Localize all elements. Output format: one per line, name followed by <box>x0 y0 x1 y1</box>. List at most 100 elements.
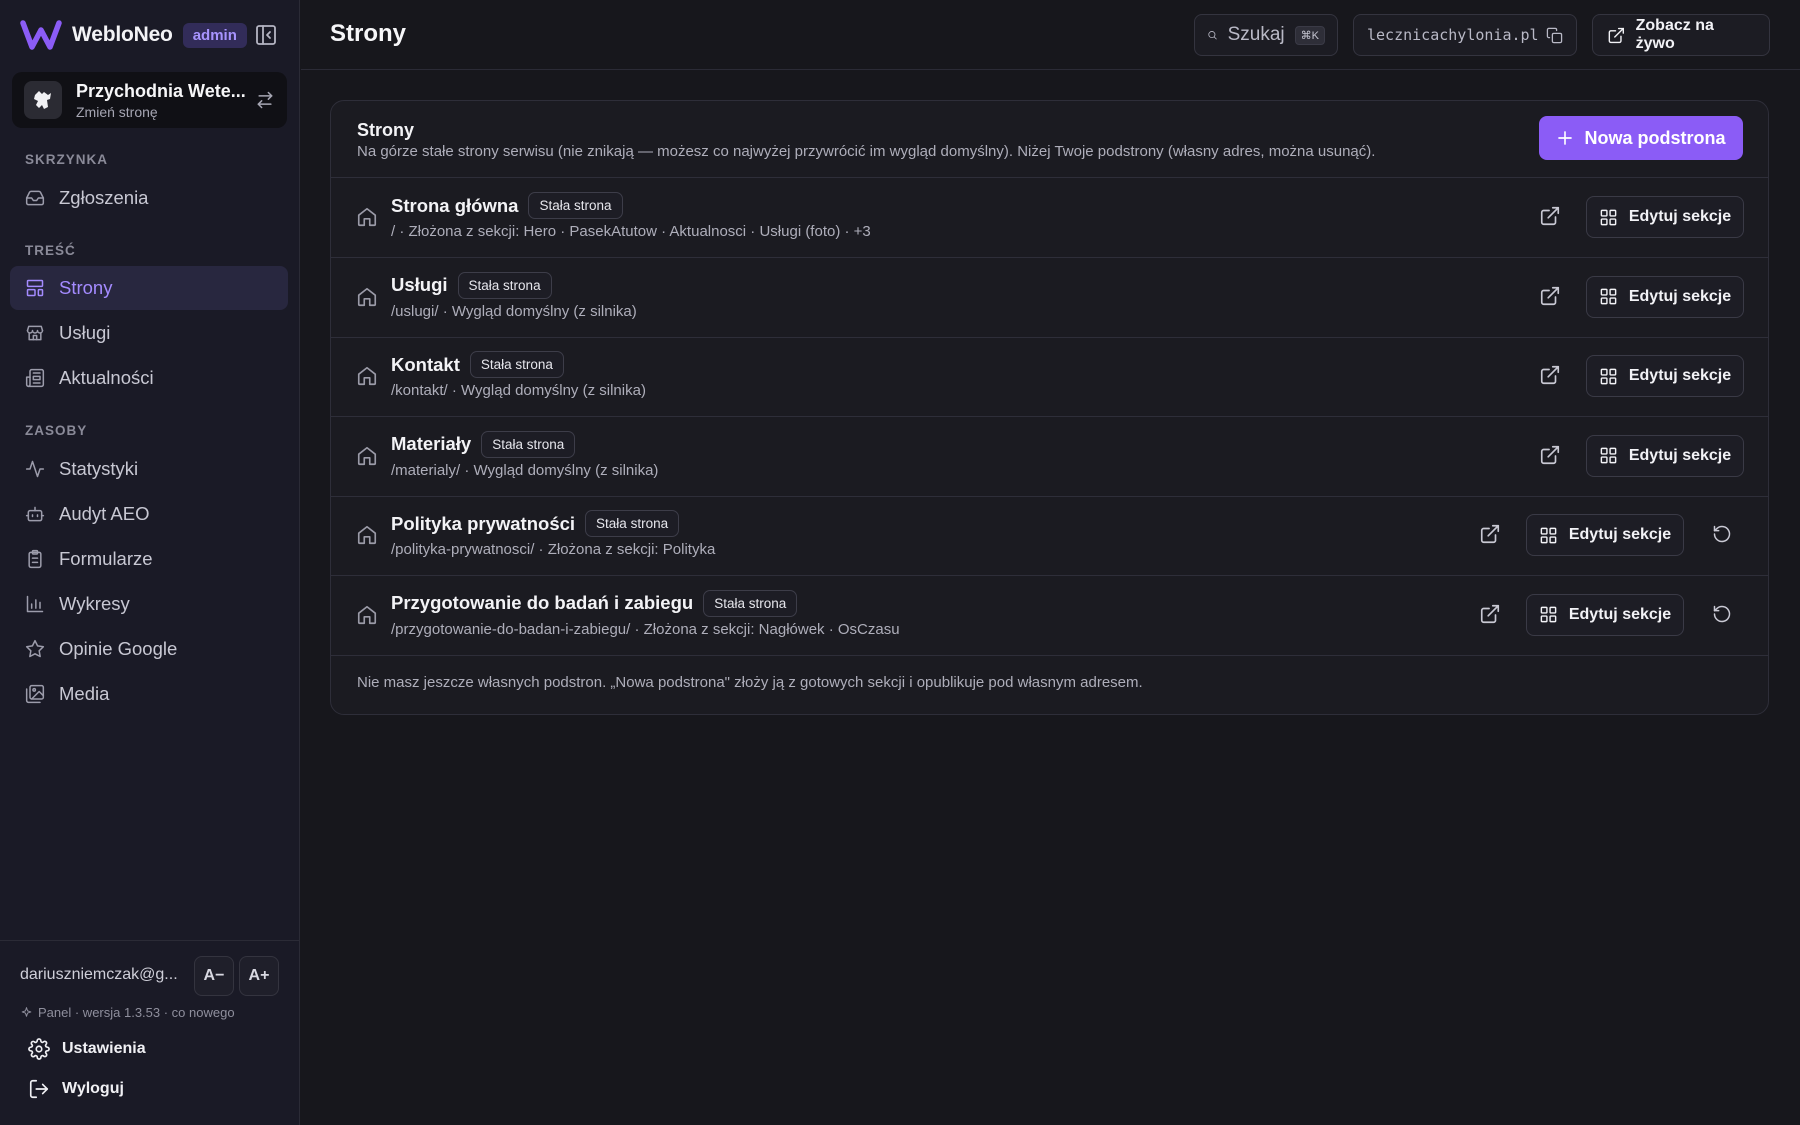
sidebar-item-opinie-google[interactable]: Opinie Google <box>10 627 288 671</box>
edit-sections-label: Edytuj sekcje <box>1628 446 1732 464</box>
edit-sections-button[interactable]: Edytuj sekcje <box>1526 593 1684 636</box>
page-title-text[interactable]: Strona główna <box>391 195 518 217</box>
admin-badge: admin <box>182 22 247 48</box>
search-label: Szukaj <box>1227 24 1285 45</box>
sidebar-item-media[interactable]: Media <box>10 672 288 716</box>
home-icon <box>357 207 377 227</box>
external-link-icon[interactable] <box>1479 603 1501 625</box>
logout-link[interactable]: Wyloguj <box>28 1078 124 1100</box>
external-link-icon[interactable] <box>1479 523 1501 545</box>
newspaper-icon <box>25 368 45 388</box>
user-email: dariuszniemczak@g... <box>20 966 178 983</box>
settings-link[interactable]: Ustawienia <box>28 1038 146 1060</box>
reset-icon[interactable] <box>1712 524 1732 544</box>
pages-card-title: Strony <box>357 120 415 140</box>
view-live-label: Zobacz na żywo <box>1635 17 1714 52</box>
edit-sections-button[interactable]: Edytuj sekcje <box>1586 196 1744 238</box>
fixed-page-badge: Stała strona <box>469 351 564 378</box>
empty-subpages-note: Nie masz jeszcze własnych podstron. „Now… <box>357 674 1143 691</box>
edit-sections-button[interactable]: Edytuj sekcje <box>1586 275 1744 318</box>
sidebar-collapse-icon[interactable] <box>254 23 278 47</box>
sidebar-item-audyt-aeo[interactable]: Audyt AEO <box>10 492 288 536</box>
home-icon <box>357 525 377 545</box>
external-link-icon[interactable] <box>1539 205 1561 227</box>
logout-label: Wyloguj <box>62 1080 124 1097</box>
page-title-text[interactable]: Przygotowanie do badań i zabiegu <box>391 592 693 614</box>
pages-card-description: Na górze stałe strony serwisu (nie znika… <box>357 143 1376 160</box>
sidebar-item-wykresy[interactable]: Wykresy <box>10 582 288 626</box>
site-avatar <box>24 81 62 119</box>
sidebar-item-label: Media <box>59 683 110 704</box>
domain-text: lecznicachylonia.pl <box>1367 26 1539 44</box>
page-title-text[interactable]: Polityka prywatności <box>391 513 575 535</box>
page-row: Kontakt Stała strona /kontakt/ · Wygląd … <box>331 337 1768 417</box>
fixed-page-badge: Stała strona <box>481 430 576 458</box>
brand-name: WebloNeo <box>72 23 173 46</box>
external-link-icon[interactable] <box>1539 364 1561 386</box>
sidebar-item-statystyki[interactable]: Statystyki <box>10 447 288 491</box>
fixed-page-badge: Stała strona <box>457 271 552 299</box>
brand[interactable]: WebloNeo admin <box>20 18 247 52</box>
font-decrease-button[interactable]: A− <box>194 956 234 996</box>
inbox-icon <box>25 190 45 206</box>
page-meta: /przygotowanie-do-badan-i-zabiegu/ · Zło… <box>391 620 900 638</box>
page-meta: /polityka-prywatnosci/ · Złożona z sekcj… <box>391 541 716 558</box>
nav-section-skrzynka: SKRZYNKA <box>25 152 109 167</box>
home-icon <box>357 446 377 465</box>
fixed-page-badge: Stała strona <box>585 510 680 537</box>
sidebar-item-strony[interactable]: Strony <box>10 266 288 310</box>
edit-sections-button[interactable]: Edytuj sekcje <box>1586 355 1744 397</box>
gear-icon <box>28 1038 50 1060</box>
clipboard-icon <box>28 549 42 569</box>
sidebar-item-formularze[interactable]: Formularze <box>10 537 288 581</box>
external-link-icon[interactable] <box>1539 444 1561 466</box>
sidebar-item-label: Usługi <box>59 322 111 343</box>
sidebar: WebloNeo admin Przychodnia Wete... Zmień… <box>0 0 300 1125</box>
external-link-icon[interactable] <box>1539 285 1561 307</box>
home-icon <box>357 287 377 306</box>
fixed-page-badge: Stała strona <box>703 589 798 617</box>
page-meta: /uslugi/ · Wygląd domyślny (z silnika) <box>391 302 637 320</box>
copy-icon[interactable] <box>1546 27 1563 44</box>
version-info[interactable]: Panel · wersja 1.3.53 · co nowego <box>20 1005 235 1020</box>
sidebar-item-uslugi[interactable]: Usługi <box>10 311 288 355</box>
sidebar-item-label: Statystyki <box>59 458 139 479</box>
edit-sections-button[interactable]: Edytuj sekcje <box>1586 434 1744 477</box>
page-row: Usługi Stała strona /uslugi/ · Wygląd do… <box>331 258 1768 338</box>
view-live-button[interactable]: Zobacz na żywo <box>1592 14 1770 56</box>
page-title: Strony <box>330 20 407 47</box>
page-title-text[interactable]: Materiały <box>391 433 471 455</box>
layout-icon <box>26 279 44 297</box>
logout-icon <box>29 1079 49 1099</box>
edit-sections-label: Edytuj sekcje <box>1628 287 1732 305</box>
edit-sections-button[interactable]: Edytuj sekcje <box>1526 514 1684 556</box>
edit-sections-label: Edytuj sekcje <box>1568 526 1672 543</box>
new-subpage-button[interactable]: Nowa podstrona <box>1539 116 1743 160</box>
star-icon <box>25 639 45 658</box>
page-title-text[interactable]: Usługi <box>391 274 448 296</box>
edit-sections-label: Edytuj sekcje <box>1628 367 1732 384</box>
pages-card-header: Strony Na górze stałe strony serwisu (ni… <box>331 101 1768 178</box>
search-button[interactable]: Szukaj ⌘K <box>1194 14 1338 56</box>
site-switcher[interactable]: Przychodnia Wete... Zmień stronę <box>12 72 287 128</box>
domain-copy[interactable]: lecznicachylonia.pl <box>1353 14 1577 56</box>
sidebar-item-zgloszenia[interactable]: Zgłoszenia <box>10 176 288 220</box>
page-title-text[interactable]: Kontakt <box>391 354 460 376</box>
sidebar-item-label: Strony <box>59 277 113 298</box>
sidebar-item-label: Aktualności <box>59 367 154 388</box>
page-row: Przygotowanie do badań i zabiegu Stała s… <box>331 576 1768 656</box>
fixed-page-badge: Stała strona <box>528 192 623 219</box>
version-text: Panel · wersja 1.3.53 · co nowego <box>38 1005 235 1020</box>
sidebar-item-label: Zgłoszenia <box>59 187 149 208</box>
sidebar-item-aktualnosci[interactable]: Aktualności <box>10 356 288 400</box>
bar-chart-icon <box>26 595 44 613</box>
switch-arrows-icon <box>257 91 273 109</box>
nav-section-zasoby: ZASOBY <box>25 423 88 438</box>
page-meta: /materialy/ · Wygląd domyślny (z silnika… <box>391 461 659 479</box>
site-change-label: Zmień stronę <box>76 103 158 120</box>
sidebar-footer-divider <box>0 940 300 941</box>
reset-icon[interactable] <box>1712 604 1732 624</box>
font-increase-button[interactable]: A+ <box>239 956 279 996</box>
grid-icon <box>1600 368 1617 384</box>
grid-icon <box>1600 209 1617 225</box>
